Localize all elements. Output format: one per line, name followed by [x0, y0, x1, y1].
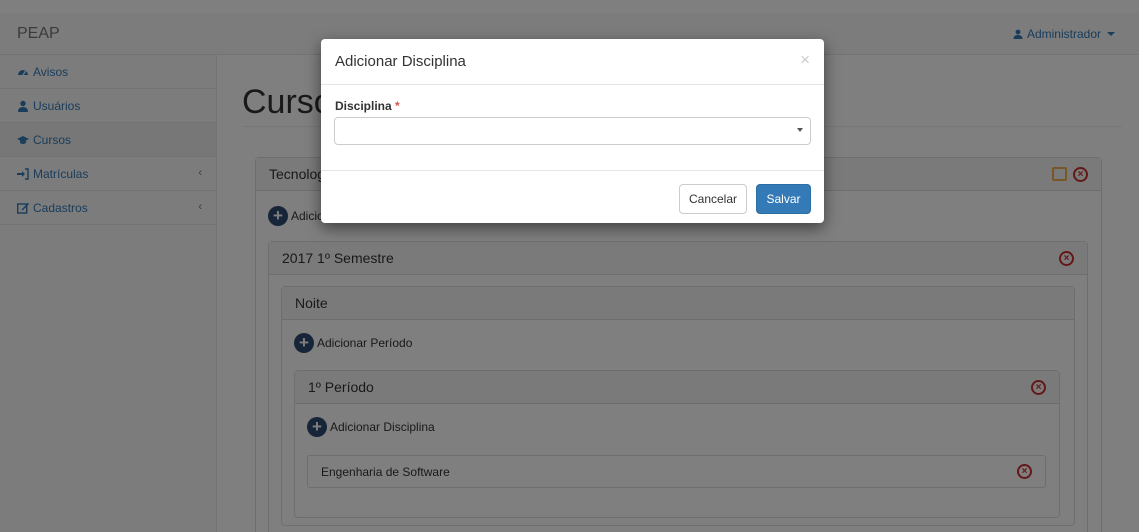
- close-icon[interactable]: ×: [800, 50, 810, 70]
- modal-header: Adicionar Disciplina ×: [321, 39, 824, 85]
- field-label-text: Disciplina: [335, 99, 392, 113]
- save-button[interactable]: Salvar: [756, 184, 811, 214]
- modal-footer: Cancelar Salvar: [321, 170, 824, 223]
- discipline-field-label: Disciplina *: [335, 99, 400, 113]
- cancel-button[interactable]: Cancelar: [679, 184, 747, 214]
- modal-title: Adicionar Disciplina: [335, 53, 466, 70]
- discipline-select[interactable]: [334, 117, 811, 145]
- modal-body: Disciplina *: [321, 86, 824, 170]
- required-mark: *: [395, 99, 400, 113]
- add-discipline-modal: Adicionar Disciplina × Disciplina * Canc…: [321, 39, 824, 223]
- dropdown-arrow-icon: [797, 128, 803, 132]
